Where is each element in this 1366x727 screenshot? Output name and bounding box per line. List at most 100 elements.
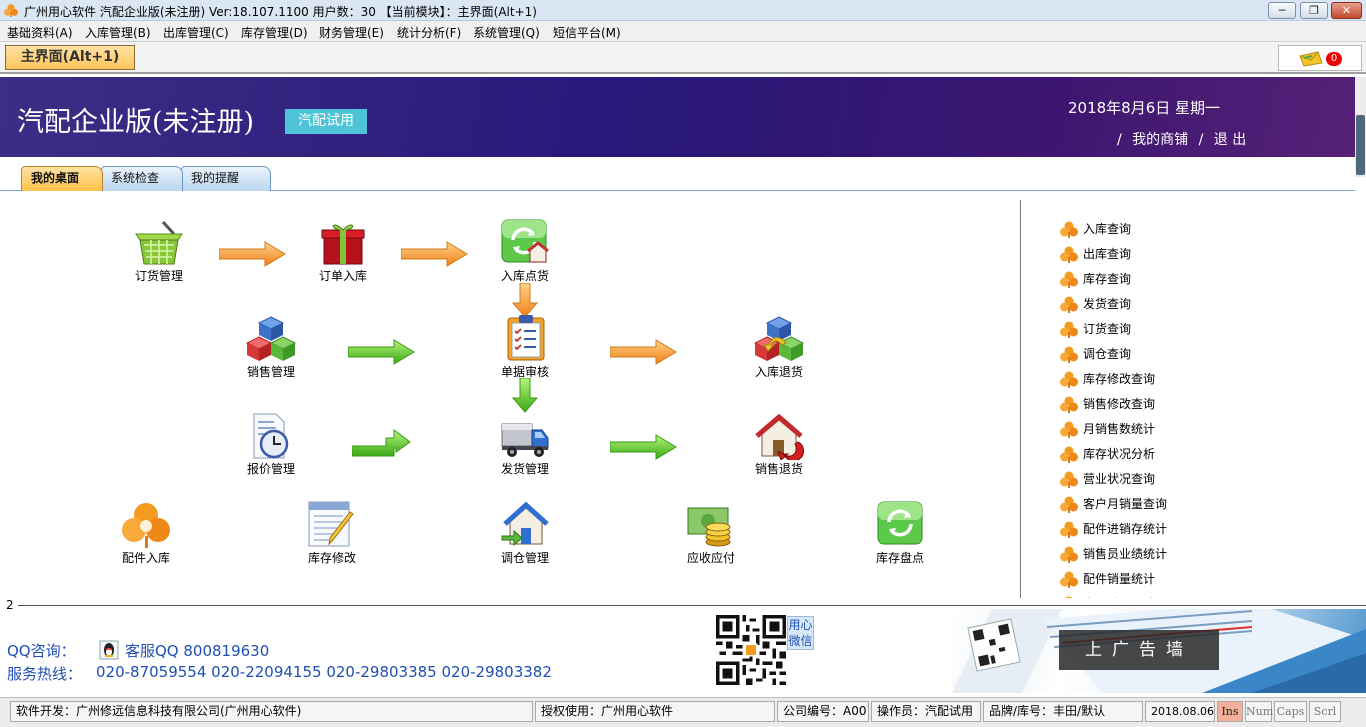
tab-my-reminders[interactable]: 我的提醒 — [181, 166, 271, 191]
clover-icon — [1060, 446, 1078, 463]
my-shop-link[interactable]: 我的商铺 — [1132, 132, 1188, 148]
clover-icon — [1060, 396, 1078, 413]
quote-management-button[interactable] — [246, 412, 296, 460]
cubes-icon — [245, 316, 297, 361]
flow-arrow-up-right-icon — [352, 429, 411, 457]
separator-label: 2 — [6, 598, 14, 612]
order-management-label: 订货管理 — [134, 269, 183, 283]
module-tab-strip: 主界面(Alt+1) 0 — [0, 42, 1366, 74]
transfer-management-button[interactable] — [500, 500, 550, 548]
link-separator: / — [1198, 132, 1204, 148]
stockin-return-label: 入库退货 — [754, 365, 803, 379]
clover-icon — [1060, 571, 1078, 588]
quick-link-label: 库存状况分析 — [1083, 447, 1156, 461]
desktop-tabs: 我的桌面 系统检查 我的提醒 — [0, 165, 1355, 191]
shipping-management-label: 发货管理 — [500, 462, 549, 476]
receivable-payable-button[interactable] — [686, 500, 736, 548]
flow-arrow-right-icon — [348, 339, 415, 365]
menu-finance[interactable]: 财务管理(E) — [319, 24, 384, 41]
stock-edit-button[interactable] — [307, 500, 357, 548]
menu-stockout[interactable]: 出库管理(C) — [163, 24, 229, 41]
trial-badge: 汽配试用 — [285, 109, 367, 134]
stockin-count-button[interactable] — [500, 218, 550, 266]
quick-link-label: 客户月销量查询 — [1083, 497, 1168, 511]
status-license: 授权使用：广州用心软件 — [535, 701, 775, 722]
shipping-management-button[interactable] — [500, 412, 550, 460]
quick-link-label: 调仓查询 — [1083, 347, 1132, 361]
qq-row: QQ咨询： 客服QQ 800819630 — [7, 640, 269, 661]
shopping-basket-icon — [135, 220, 183, 265]
parts-stockin-label: 配件入库 — [121, 551, 170, 565]
menu-inventory[interactable]: 库存管理(D) — [241, 24, 308, 41]
quick-link-label: 月销售数统计 — [1083, 422, 1156, 436]
status-ins: Ins — [1217, 701, 1243, 722]
parts-stockin-button[interactable] — [121, 500, 171, 548]
status-brand-store: 品牌/库号：丰田/默认 — [983, 701, 1143, 722]
qq-service-link[interactable]: 客服QQ 800819630 — [125, 640, 269, 661]
stockin-return-button[interactable] — [753, 315, 805, 363]
menu-statistics[interactable]: 统计分析(F) — [397, 24, 461, 41]
document-audit-button[interactable] — [502, 313, 552, 361]
quick-link-label: 配件进销存统计 — [1083, 522, 1168, 536]
clover-icon — [1060, 596, 1078, 598]
quick-link-label: 客户销量统计 — [1083, 593, 1155, 598]
clover-icon — [1060, 346, 1078, 363]
product-name: 汽配企业版(未注册) — [17, 107, 255, 138]
status-caps: Caps — [1274, 701, 1307, 722]
clover-icon — [1060, 546, 1078, 563]
inventory-check-button[interactable] — [876, 500, 926, 548]
quick-link-label: 营业状况查询 — [1083, 472, 1156, 486]
wechat-label: 用心微信 — [787, 616, 814, 650]
edit-document-icon — [308, 501, 354, 547]
status-bar: 软件开发：广州修远信息科技有限公司(广州用心软件) 授权使用：广州用心软件 公司… — [0, 697, 1366, 727]
menu-sms[interactable]: 短信平台(M) — [553, 24, 621, 41]
cubes-return-icon — [753, 316, 805, 361]
quick-link-label: 销售修改查询 — [1083, 397, 1156, 411]
quick-link-label: 配件销量统计 — [1083, 572, 1156, 586]
qq-label: QQ咨询： — [7, 642, 76, 660]
tab-my-desktop[interactable]: 我的桌面 — [21, 166, 103, 191]
minimize-button[interactable]: ─ — [1268, 2, 1296, 19]
hotline-numbers: 020-87059554 020-22094155 020-29803385 0… — [96, 663, 552, 681]
sales-management-label: 销售管理 — [246, 365, 295, 379]
footer-divider — [18, 605, 1366, 606]
app-logo-icon — [4, 4, 18, 17]
scrollbar-thumb[interactable] — [1356, 115, 1365, 175]
order-stockin-label: 订单入库 — [318, 269, 367, 283]
sales-return-button[interactable] — [754, 412, 805, 462]
notification-button[interactable]: 0 — [1278, 45, 1362, 71]
order-management-button[interactable] — [134, 218, 184, 266]
truck-icon — [501, 423, 549, 457]
quick-link-label: 入库查询 — [1083, 222, 1132, 236]
restore-button[interactable]: ❐ — [1300, 2, 1328, 19]
order-stockin-button[interactable] — [318, 218, 368, 266]
menu-bar: 基础资料(A) 入库管理(B) 出库管理(C) 库存管理(D) 财务管理(E) … — [0, 21, 1366, 42]
document-clock-icon — [253, 413, 289, 459]
clover-icon — [1060, 221, 1078, 238]
status-developer: 软件开发：广州修远信息科技有限公司(广州用心软件) — [10, 701, 533, 722]
clover-icon — [1060, 321, 1078, 338]
receivable-payable-label: 应收应付 — [686, 551, 735, 565]
wechat-qr-code — [716, 615, 786, 685]
tab-main-interface[interactable]: 主界面(Alt+1) — [5, 45, 135, 70]
house-return-icon — [755, 413, 805, 462]
inventory-check-label: 库存盘点 — [875, 551, 924, 565]
clover-icon — [1060, 296, 1078, 313]
banner-links: / 我的商铺 / 退 出 — [1117, 129, 1246, 149]
exit-link[interactable]: 退 出 — [1214, 132, 1246, 148]
flow-arrow-right-icon — [219, 241, 286, 267]
side-scrollbar[interactable] — [1355, 77, 1366, 177]
clover-icon — [1060, 521, 1078, 538]
ad-wall-button[interactable]: 上广告墙 — [1059, 630, 1219, 670]
house-transfer-icon — [501, 501, 549, 547]
clover-icon — [1060, 271, 1078, 288]
menu-basic-data[interactable]: 基础资料(A) — [7, 24, 73, 41]
sales-return-label: 销售退货 — [754, 462, 803, 476]
sales-management-button[interactable] — [245, 315, 297, 363]
ad-wall-banner[interactable]: 上广告墙 — [952, 609, 1366, 693]
menu-stockin[interactable]: 入库管理(B) — [85, 24, 151, 41]
tab-system-check[interactable]: 系统检查 — [101, 166, 183, 191]
close-button[interactable]: ✕ — [1331, 2, 1362, 19]
menu-system[interactable]: 系统管理(Q) — [473, 24, 540, 41]
clover-icon — [1060, 496, 1078, 513]
